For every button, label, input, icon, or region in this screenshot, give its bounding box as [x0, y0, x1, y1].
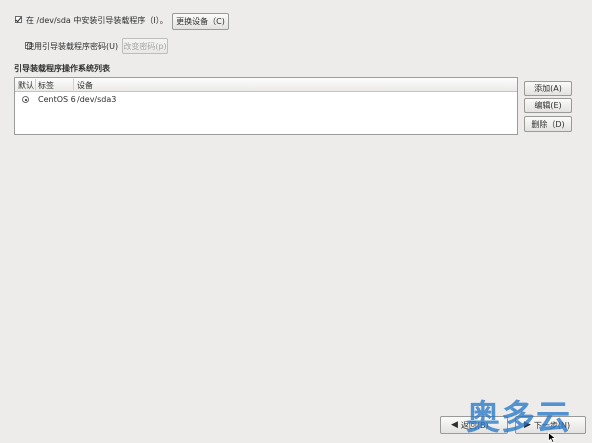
- column-separator: [35, 79, 36, 90]
- column-separator: [73, 79, 74, 90]
- install-loader-checkbox[interactable]: [15, 16, 22, 23]
- delete-button[interactable]: 删除（D): [524, 116, 572, 132]
- change-device-button[interactable]: 更换设备（C): [172, 13, 229, 30]
- column-device[interactable]: 设备: [77, 80, 93, 91]
- default-radio[interactable]: [22, 96, 29, 103]
- back-arrow-icon: ◀: [451, 420, 458, 430]
- column-default[interactable]: 默认: [18, 80, 34, 91]
- os-list-header: 默认 标签 设备: [15, 78, 517, 92]
- add-button[interactable]: 添加(A): [524, 81, 572, 96]
- change-password-button[interactable]: 改变密码(p): [122, 38, 168, 54]
- os-list-title: 引导装载程序操作系统列表: [14, 64, 110, 73]
- os-list[interactable]: 默认 标签 设备 CentOS 6 /dev/sda3: [14, 77, 518, 135]
- mouse-cursor-icon: [548, 432, 557, 443]
- row-label: CentOS 6: [38, 95, 76, 104]
- loader-password-label: 使用引导装载程序密码(U): [26, 42, 119, 51]
- column-label[interactable]: 标签: [38, 80, 54, 91]
- table-row[interactable]: CentOS 6 /dev/sda3: [15, 94, 517, 106]
- edit-button[interactable]: 编辑(E): [524, 98, 572, 113]
- row-device: /dev/sda3: [77, 95, 117, 104]
- install-loader-label: 在 /dev/sda 中安装引导装载程序（I）。: [26, 16, 168, 25]
